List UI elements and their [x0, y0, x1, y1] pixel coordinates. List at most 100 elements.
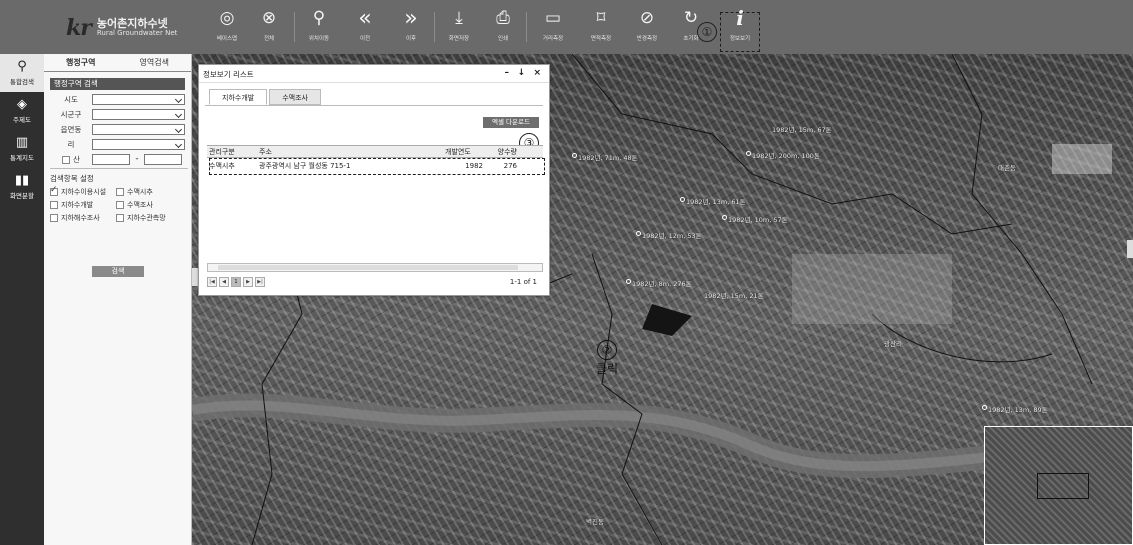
overview-minimap[interactable] — [984, 426, 1133, 545]
move-location-button[interactable]: ⚲ 위치이동 — [296, 6, 342, 48]
back-icon: « — [358, 5, 372, 31]
eupmyeon-select[interactable] — [92, 123, 185, 135]
window-header[interactable]: 정보보기 리스트 – ↓ × — [199, 65, 549, 83]
option-vein-drilling[interactable]: 수맥시추 — [116, 187, 182, 197]
eupmyeon-label: 읍면동 — [60, 124, 82, 134]
well-marker[interactable] — [746, 151, 751, 156]
sido-label: 시도 — [64, 94, 78, 104]
checkbox[interactable] — [116, 201, 124, 209]
prev-page-button[interactable]: ◀ — [219, 277, 229, 287]
well-marker[interactable] — [636, 231, 641, 236]
full-extent-button[interactable]: ⊗ 전체 — [246, 6, 292, 48]
map-label: 벽진동 — [586, 518, 604, 526]
app-logo[interactable]: kr 농어촌지하수넷 Rural Groundwater Net — [66, 14, 206, 42]
scroll-thumb[interactable] — [218, 265, 518, 270]
close-button[interactable]: × — [533, 68, 541, 78]
lot-sub-input[interactable] — [144, 153, 182, 165]
option-groundwater-dev[interactable]: 지하수개발 — [50, 200, 116, 210]
prev-view-button[interactable]: « 이전 — [342, 6, 388, 48]
first-page-button[interactable]: |◀ — [207, 277, 217, 287]
rail-integrated-search[interactable]: ⚲ 통합검색 — [0, 54, 44, 92]
sido-select[interactable] — [92, 93, 185, 105]
layers-icon: ◎ — [219, 8, 235, 28]
checkbox[interactable] — [50, 201, 58, 209]
right-panel-handle[interactable] — [1127, 240, 1133, 258]
app-name-en: Rural Groundwater Net — [96, 29, 178, 38]
toolbar-separator — [294, 12, 295, 42]
option-monitoring-network[interactable]: 지하수관측망 — [116, 213, 182, 223]
checkbox[interactable] — [116, 188, 124, 196]
map-label: 1982년, 8m, 276톤 — [632, 280, 692, 288]
search-button[interactable]: 검색 — [92, 266, 144, 277]
option-vein-survey[interactable]: 수맥조사 — [116, 200, 182, 210]
reset-icon: ↻ — [683, 8, 699, 28]
measure-distance-button[interactable]: ▭ 거리측정 — [530, 6, 576, 48]
next-page-button[interactable]: ▶ — [243, 277, 253, 287]
well-marker[interactable] — [722, 215, 727, 220]
sigungu-label: 시군구 — [60, 109, 82, 119]
tab-admin-area[interactable]: 행정구역 — [44, 54, 118, 71]
col-type[interactable]: 관리구분 — [207, 146, 259, 157]
option-label: 지하수개발 — [61, 201, 94, 209]
map-label: 대촌동 — [998, 164, 1016, 172]
option-groundwater-facility[interactable]: 지하수이용시설 — [50, 185, 116, 197]
lot-main-input[interactable] — [92, 153, 130, 165]
print-label: 인쇄 — [497, 36, 509, 42]
mountain-checkbox[interactable] — [62, 155, 71, 164]
logo-mark: kr — [66, 15, 92, 41]
info-view-button[interactable]: i 정보보기 — [717, 6, 763, 48]
search-icon: ⚲ — [17, 59, 27, 74]
measure-distance-label: 거리측정 — [542, 36, 564, 42]
rail-stats-map[interactable]: ▥ 통계지도 — [0, 130, 44, 168]
minimize-button[interactable]: – — [505, 68, 510, 78]
ruler-icon: ▭ — [544, 8, 562, 28]
callout-2-label: 클릭 — [596, 362, 619, 376]
rail-label: 통합검색 — [10, 78, 34, 86]
basemap-button[interactable]: ◎ 베이스맵 — [204, 6, 250, 48]
radius-icon: ⊘ — [639, 8, 655, 28]
save-screen-button[interactable]: ⤓ 화면저장 — [436, 6, 482, 48]
horizontal-scrollbar[interactable] — [207, 263, 543, 272]
excel-download-button[interactable]: 엑셀 다운로드 — [483, 117, 539, 128]
tab-vein-survey[interactable]: 수맥조사 — [269, 89, 321, 105]
mountain-checkbox-wrap: 산 — [50, 154, 92, 165]
col-address[interactable]: 주소 — [259, 146, 445, 157]
well-marker[interactable] — [982, 405, 987, 410]
col-yield[interactable]: 양수량 — [485, 146, 519, 157]
callout-1: ① — [697, 22, 717, 42]
callout-2-number: ② — [597, 340, 618, 360]
rail-split-screen[interactable]: ▮▮ 화면분할 — [0, 168, 44, 206]
current-page[interactable]: 1 — [231, 277, 241, 287]
table-header: 관리구분 주소 개발연도 양수량 — [207, 145, 543, 158]
sigungu-row: 시군구 — [50, 108, 185, 120]
pin-button[interactable]: ↓ — [517, 68, 525, 78]
next-view-button[interactable]: » 이후 — [388, 6, 434, 48]
minimap-viewport[interactable] — [1037, 473, 1089, 499]
checkbox[interactable] — [50, 185, 58, 196]
ri-label: 리 — [67, 139, 75, 149]
move-location-label: 위치이동 — [308, 36, 330, 42]
checkbox[interactable] — [116, 214, 124, 222]
pager: |◀ ◀ 1 ▶ ▶| — [207, 277, 265, 287]
tab-groundwater-dev[interactable]: 지하수개발 — [209, 89, 268, 105]
measure-area-button[interactable]: ⌑ 면적측정 — [578, 6, 624, 48]
ri-select[interactable] — [92, 138, 185, 150]
prev-view-label: 이전 — [359, 36, 371, 42]
save-screen-label: 화면저장 — [448, 36, 470, 42]
well-marker[interactable] — [626, 279, 631, 284]
checkbox[interactable] — [50, 214, 58, 222]
toolbar-separator — [526, 12, 527, 42]
option-seawater-survey[interactable]: 지하해수조사 — [50, 213, 116, 223]
well-marker[interactable] — [680, 197, 685, 202]
info-list-window: 정보보기 리스트 – ↓ × 지하수개발 수맥조사 엑셀 다운로드 ③ 관리구분… — [198, 64, 550, 296]
print-button[interactable]: ⎙ 인쇄 — [480, 6, 526, 48]
sigungu-select[interactable] — [92, 108, 185, 120]
measure-radius-button[interactable]: ⊘ 반경측정 — [624, 6, 670, 48]
download-icon: ⤓ — [455, 8, 463, 28]
last-page-button[interactable]: ▶| — [255, 277, 265, 287]
callout-2: ② 클릭 — [596, 340, 618, 378]
col-year[interactable]: 개발연도 — [445, 146, 485, 157]
tab-area-search[interactable]: 영역검색 — [118, 54, 192, 71]
rail-theme-map[interactable]: ◈ 주제도 — [0, 92, 44, 130]
well-marker[interactable] — [572, 153, 577, 158]
